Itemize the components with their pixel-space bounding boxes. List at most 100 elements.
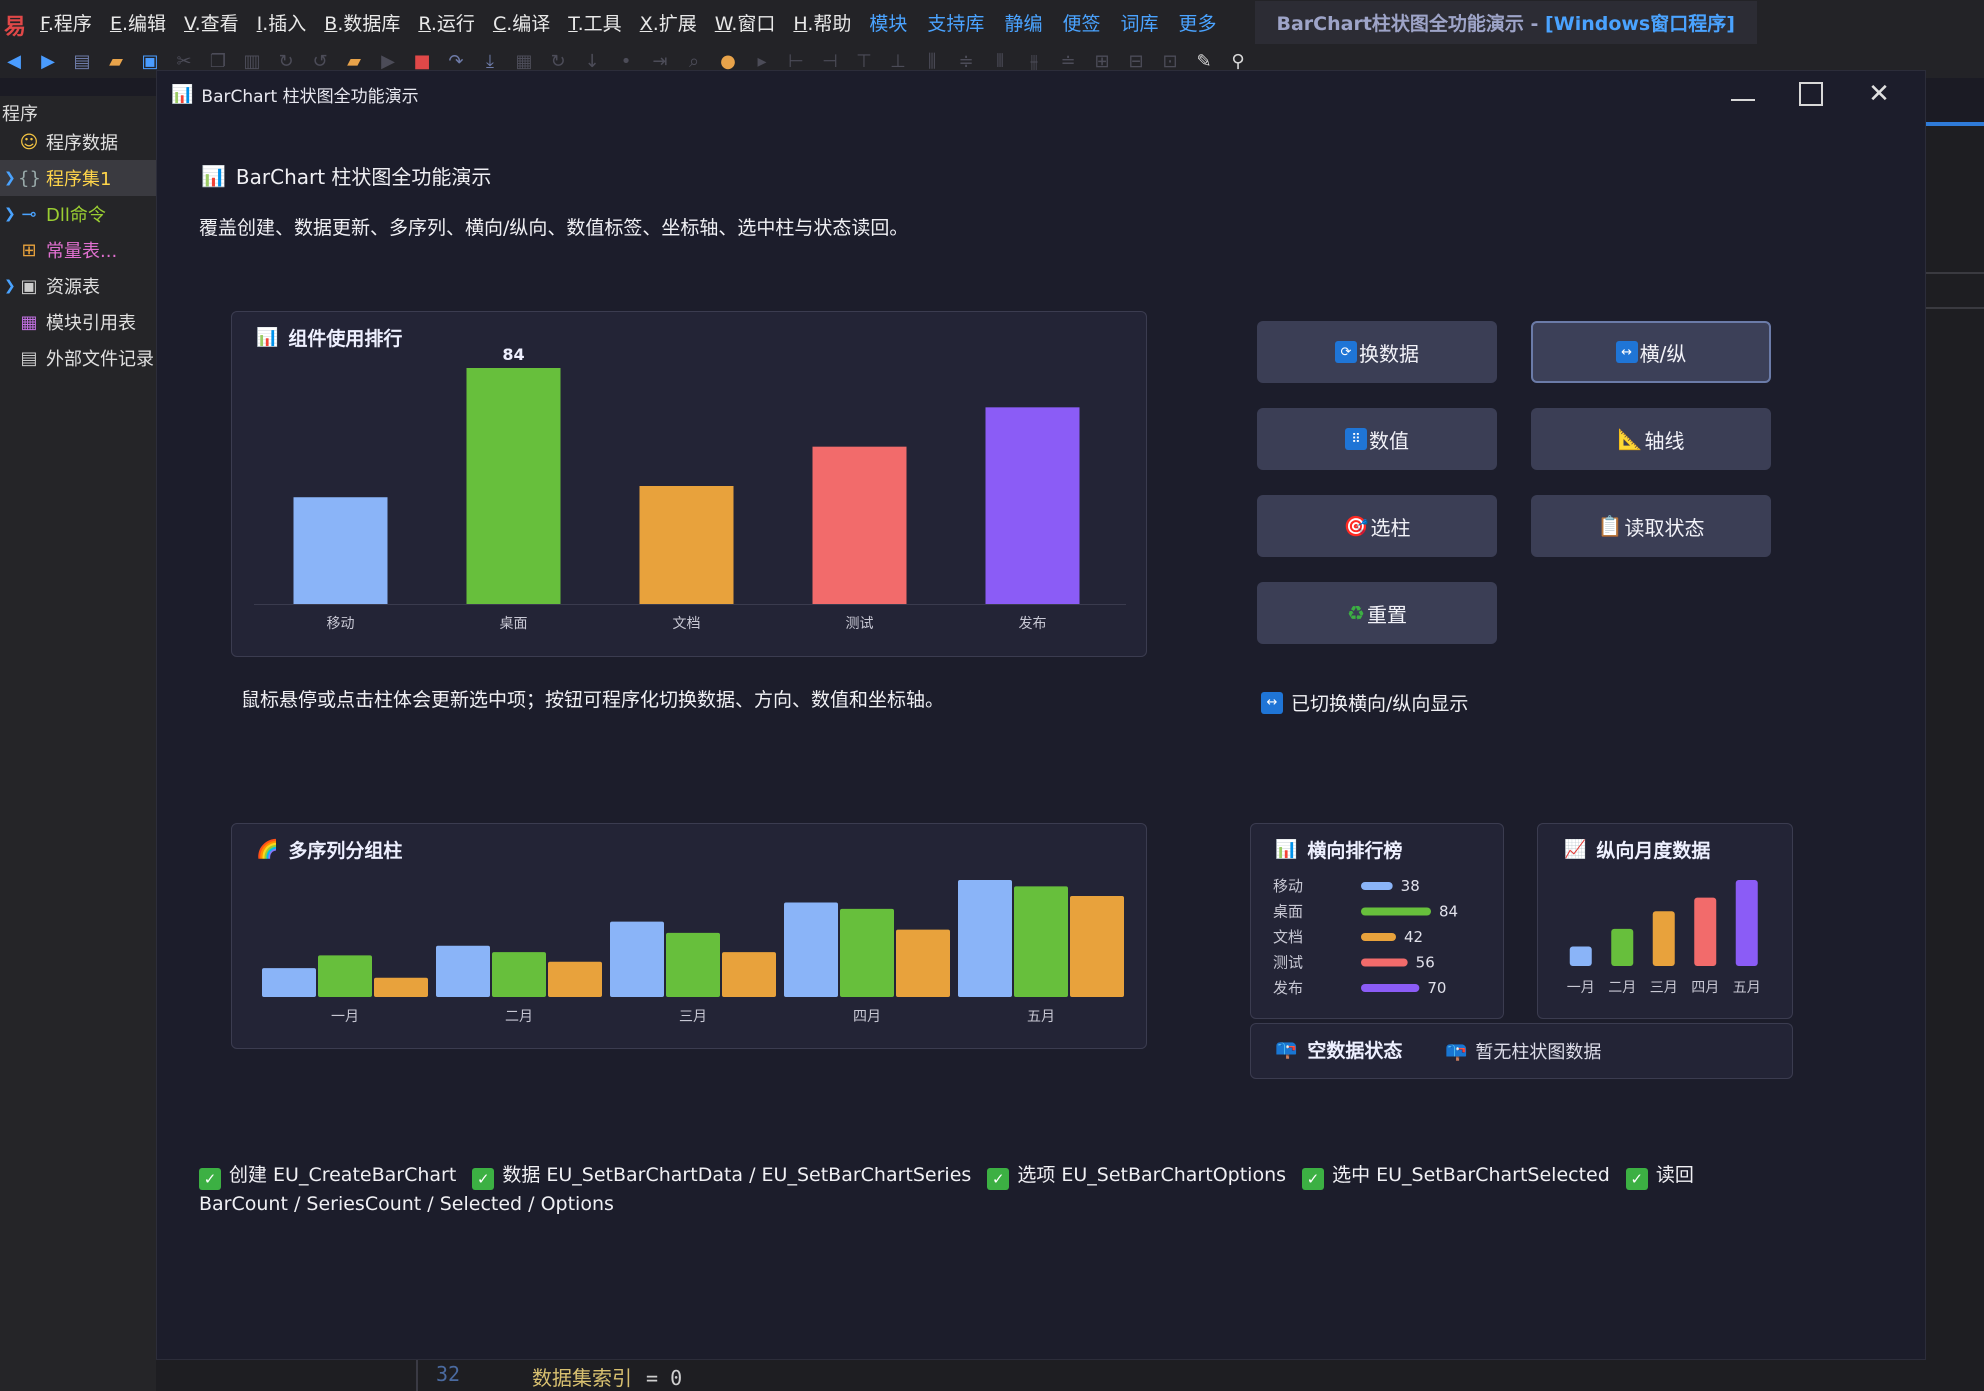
sidebar-item[interactable]: ▤ 外部文件记录 bbox=[0, 340, 156, 376]
toolbar-link[interactable]: 更多 bbox=[1178, 9, 1216, 36]
horizontal-ranking-chart[interactable]: 移动 38 桌面 84 文档 42 测试 56 发布 70 bbox=[1251, 824, 1505, 1020]
category-label: 文档 bbox=[1273, 928, 1303, 946]
menu-v[interactable]: V.查看 bbox=[184, 9, 239, 36]
bar[interactable] bbox=[1361, 933, 1396, 941]
ide-sidebar: 程序 ☺ 程序数据 ❯{} 程序集1 ❯ ⊸ Dll命令 ⊞ 常量表... ❯ ▣ 资源表 ▦ 模块引用表… bbox=[0, 96, 156, 1391]
category-label: 桌面 bbox=[500, 616, 528, 632]
sidebar-item[interactable]: ❯{} 程序集1 bbox=[0, 160, 156, 196]
bar[interactable] bbox=[1569, 946, 1592, 966]
bar[interactable] bbox=[492, 952, 546, 997]
menu-e[interactable]: E.编辑 bbox=[110, 9, 166, 36]
new-file-icon[interactable]: ▤ bbox=[70, 49, 94, 73]
menu-i[interactable]: I.插入 bbox=[257, 9, 307, 36]
bar[interactable] bbox=[812, 446, 907, 604]
toolbar-link[interactable]: 支持库 bbox=[927, 9, 984, 36]
bar[interactable] bbox=[639, 486, 734, 604]
menu-label: .运行 bbox=[430, 12, 475, 35]
axis-toggle-button[interactable]: 📐 轴线 bbox=[1531, 408, 1771, 470]
change-data-button[interactable]: ⟳ 换数据 bbox=[1257, 321, 1497, 383]
toolbar-link[interactable]: 便签 bbox=[1062, 9, 1100, 36]
reset-button[interactable]: ♻ 重置 bbox=[1257, 582, 1497, 644]
bar[interactable] bbox=[293, 497, 388, 604]
sidebar-item[interactable]: ⊞ 常量表... bbox=[0, 232, 156, 268]
sidebar-item[interactable]: ❯ ⊸ Dll命令 bbox=[0, 196, 156, 232]
window-titlebar[interactable]: 📊 BarChart 柱状图全功能演示 bbox=[157, 71, 1925, 117]
chevron-right-icon[interactable]: ❯ bbox=[0, 170, 18, 186]
value-label: 56 bbox=[1416, 954, 1435, 972]
bar[interactable] bbox=[1652, 911, 1675, 966]
bar[interactable] bbox=[1361, 882, 1393, 890]
code-editor-peek: 32 数据集索引 = 0 bbox=[156, 1360, 1926, 1391]
category-label: 一月 bbox=[331, 1009, 359, 1025]
menu-h[interactable]: H.帮助 bbox=[793, 9, 851, 36]
toolbar-link[interactable]: 静编 bbox=[1004, 9, 1042, 36]
toolbar-link[interactable]: 模块 bbox=[869, 9, 907, 36]
back-icon[interactable]: ◀ bbox=[2, 49, 26, 73]
forward-icon[interactable]: ▶ bbox=[36, 49, 60, 73]
bar[interactable] bbox=[262, 968, 316, 997]
multi-series-chart[interactable]: 一月 二月 三月 四月 五月 bbox=[232, 824, 1148, 1050]
monthly-chart[interactable]: 一月 二月 三月 四月 五月 bbox=[1538, 824, 1794, 1020]
sidebar-item[interactable]: ▦ 模块引用表 bbox=[0, 304, 156, 340]
bar[interactable] bbox=[784, 902, 838, 997]
ranking-chart[interactable]: 移动 桌面 84 文档 测试 发布 bbox=[232, 312, 1148, 658]
read-state-button[interactable]: 📋 读取状态 bbox=[1531, 495, 1771, 557]
bar[interactable] bbox=[374, 977, 428, 997]
right-panel-divider bbox=[1926, 307, 1984, 309]
values-toggle-button[interactable]: ⠿ 数值 bbox=[1257, 408, 1497, 470]
sidebar-item[interactable]: ❯ ▣ 资源表 bbox=[0, 268, 156, 304]
bar[interactable] bbox=[722, 952, 776, 997]
select-bar-button[interactable]: 🎯 选柱 bbox=[1257, 495, 1497, 557]
menu-x[interactable]: X.扩展 bbox=[640, 9, 697, 36]
close-button[interactable]: ✕ bbox=[1845, 71, 1913, 117]
menu-f[interactable]: F.程序 bbox=[40, 9, 92, 36]
code-line[interactable]: 数据集索引 = 0 bbox=[532, 1362, 682, 1391]
bar[interactable] bbox=[466, 368, 561, 604]
bar[interactable] bbox=[958, 880, 1012, 997]
change-data-label: 换数据 bbox=[1359, 341, 1419, 366]
toolbar-link[interactable]: 词库 bbox=[1120, 9, 1158, 36]
checkmark-icon: ✓ bbox=[199, 1168, 221, 1190]
chevron-right-icon[interactable]: ❯ bbox=[0, 278, 18, 294]
bar[interactable] bbox=[1611, 928, 1634, 966]
open-folder-icon[interactable]: ▰ bbox=[104, 49, 128, 73]
bar[interactable] bbox=[1070, 896, 1124, 997]
bar[interactable] bbox=[436, 945, 490, 997]
menu-c[interactable]: C.编译 bbox=[493, 9, 550, 36]
orientation-toggle-button[interactable]: ↔ 横/纵 bbox=[1531, 321, 1771, 383]
menu-label: .帮助 bbox=[807, 12, 852, 35]
menu-b[interactable]: B.数据库 bbox=[324, 9, 400, 36]
bar[interactable] bbox=[896, 929, 950, 997]
bar[interactable] bbox=[666, 932, 720, 997]
menu-t[interactable]: T.工具 bbox=[568, 9, 621, 36]
bar[interactable] bbox=[1735, 880, 1758, 966]
bar-chart-icon: 📊 bbox=[171, 83, 194, 105]
bar[interactable] bbox=[318, 955, 372, 997]
minimize-button[interactable] bbox=[1709, 71, 1777, 117]
sidebar-item[interactable]: ☺ 程序数据 bbox=[0, 124, 156, 160]
interaction-hint: 鼠标悬停或点击柱体会更新选中项；按钮可程序化切换数据、方向、数值和坐标轴。 bbox=[241, 689, 945, 711]
bar[interactable] bbox=[985, 407, 1080, 604]
bar[interactable] bbox=[1014, 886, 1068, 997]
menu-accelerator: H bbox=[793, 12, 808, 35]
demo-window: 📊 BarChart 柱状图全功能演示 ✕ 📊 BarChart 柱状图全功能演… bbox=[156, 70, 1926, 1360]
bar[interactable] bbox=[1361, 984, 1420, 992]
bar[interactable] bbox=[840, 908, 894, 997]
chevron-right-icon[interactable]: ❯ bbox=[0, 206, 18, 222]
bar[interactable] bbox=[610, 921, 664, 997]
page-title: 📊 BarChart 柱状图全功能演示 bbox=[201, 161, 491, 190]
bar[interactable] bbox=[548, 961, 602, 997]
bar[interactable] bbox=[1361, 907, 1431, 916]
sidebar-tree: ☺ 程序数据 ❯{} 程序集1 ❯ ⊸ Dll命令 ⊞ 常量表... ❯ ▣ 资源表 ▦ 模块引用表 ▤ 外部… bbox=[0, 124, 156, 376]
api-item: ✓ 数据 EU_SetBarChartData / EU_SetBarChartS… bbox=[472, 1164, 971, 1190]
value-label: 70 bbox=[1427, 979, 1446, 997]
menu-w[interactable]: W.窗口 bbox=[715, 9, 776, 36]
maximize-button[interactable] bbox=[1777, 71, 1845, 117]
ide-right-panel bbox=[1926, 122, 1984, 1391]
bar[interactable] bbox=[1361, 958, 1408, 967]
bar[interactable] bbox=[1694, 897, 1717, 966]
menu-r[interactable]: R.运行 bbox=[418, 9, 475, 36]
code-gutter bbox=[416, 1360, 418, 1391]
category-label: 二月 bbox=[1608, 980, 1636, 996]
menu-label: .数据库 bbox=[337, 12, 401, 35]
